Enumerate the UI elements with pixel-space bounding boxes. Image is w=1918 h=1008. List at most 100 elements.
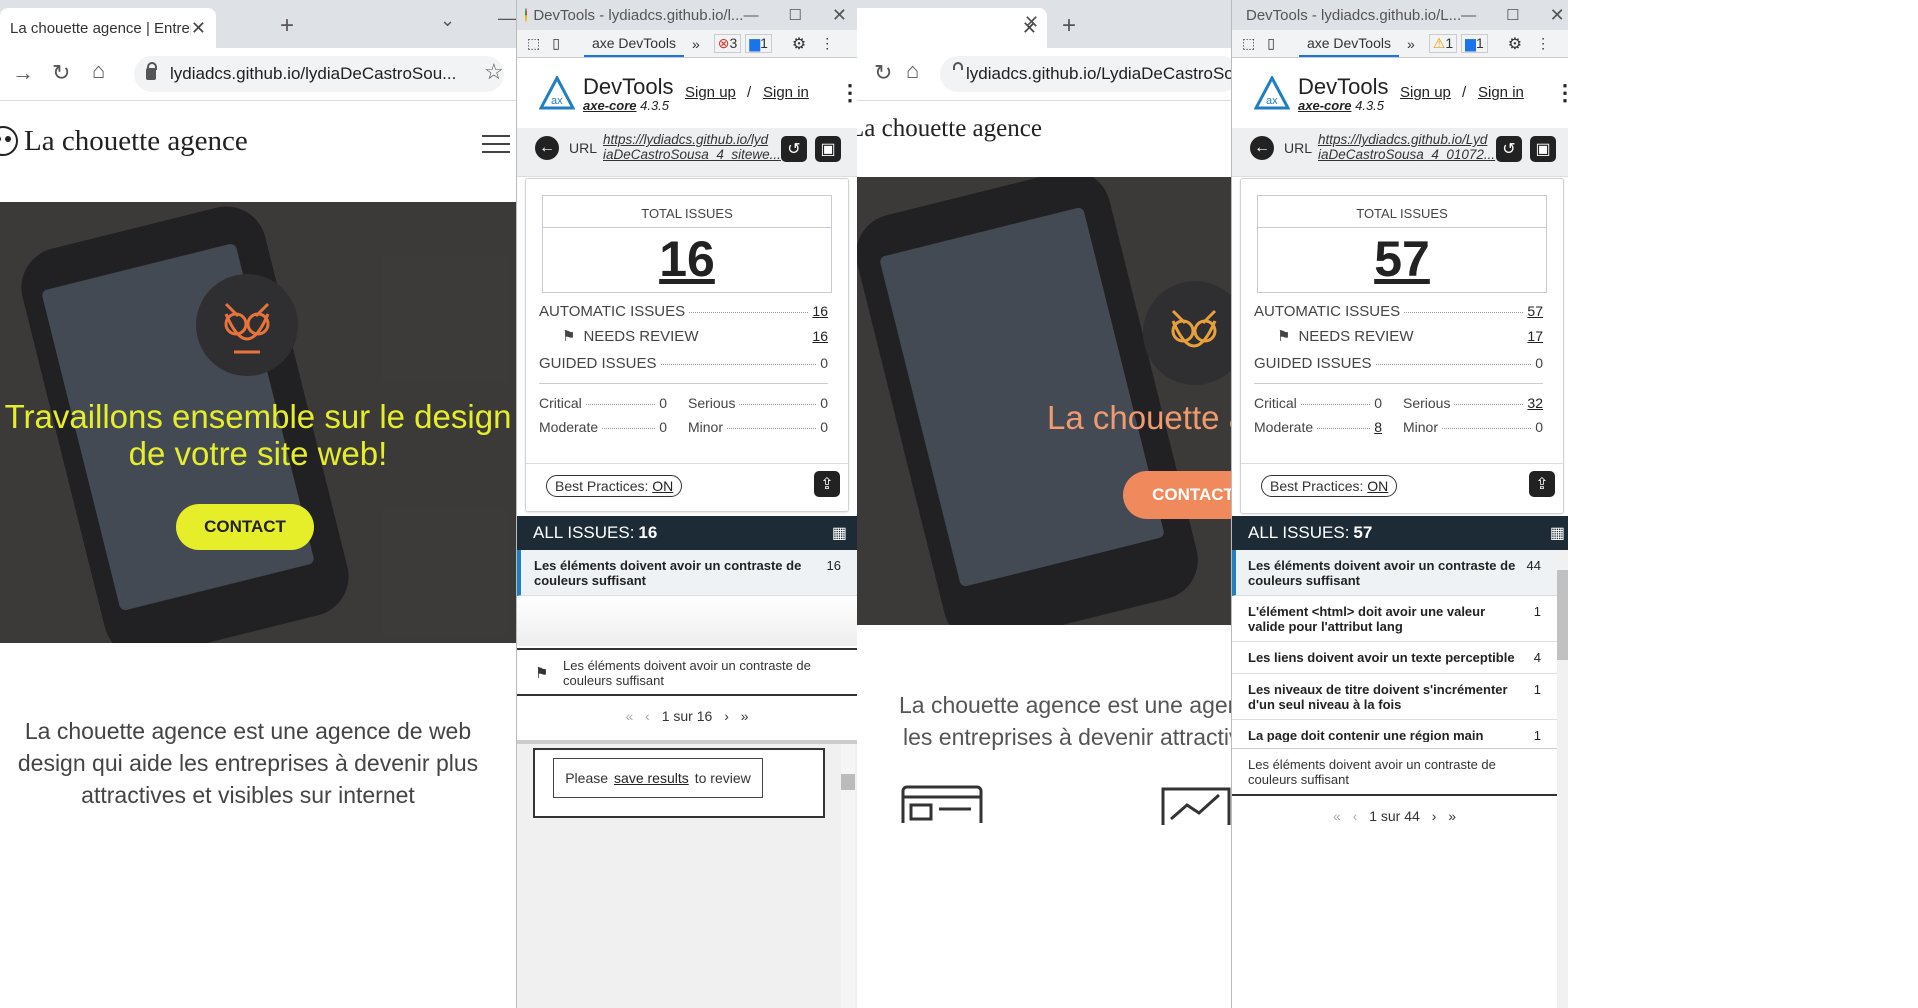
warning-count: 1 <box>1445 35 1454 51</box>
device-toggle-icon[interactable]: ▯ <box>552 35 560 52</box>
total-issues-count[interactable]: 16 <box>543 230 831 288</box>
needs-review-count[interactable]: 16 <box>812 328 828 344</box>
serious-count[interactable]: 32 <box>1527 395 1543 411</box>
moderate-count[interactable]: 8 <box>1374 419 1382 435</box>
kebab-menu-icon[interactable]: ⋮ <box>820 35 834 52</box>
chevron-down-icon[interactable]: ⌄ <box>440 10 455 31</box>
axe-menu-icon[interactable]: ⋮ <box>839 80 857 106</box>
tab-axe-devtools[interactable]: axe DevTools <box>583 31 684 57</box>
star-icon[interactable]: ☆ <box>484 59 504 85</box>
last-page-icon[interactable]: » <box>741 708 749 724</box>
home-icon[interactable]: ⌂ <box>92 58 105 84</box>
sign-in-link[interactable]: Sign in <box>763 84 809 101</box>
save-icon[interactable]: ▣ <box>815 136 841 162</box>
scanned-url[interactable]: https://lydiadcs.github.io/Lyd iaDeCastr… <box>1318 132 1495 162</box>
warning-icon: ⚠ <box>1432 35 1446 51</box>
next-page-icon[interactable]: › <box>724 708 729 724</box>
rescan-icon[interactable]: ↺ <box>781 136 807 162</box>
export-icon[interactable]: ⇪ <box>1529 471 1555 497</box>
issue-item[interactable]: La page doit contenir une région main 1 <box>1232 720 1557 742</box>
close-tab-icon[interactable]: ✕ <box>191 18 206 39</box>
automatic-count[interactable]: 16 <box>812 303 828 319</box>
close-window-icon[interactable]: ✕ <box>1024 12 1039 33</box>
sign-in-link[interactable]: Sign in <box>1478 84 1524 101</box>
minimize-icon[interactable]: — <box>743 7 758 24</box>
scanned-url[interactable]: https://lydiadcs.github.io/lyd iaDeCastr… <box>603 132 781 162</box>
settings-gear-icon[interactable]: ⚙ <box>792 34 806 54</box>
maximize-icon[interactable]: ☐ <box>1506 6 1519 24</box>
automatic-count[interactable]: 57 <box>1527 303 1543 319</box>
left-tab-title: La chouette agence | Entreprise d <box>10 19 191 37</box>
devtools-left-titlebar: DevTools - lydiadcs.github.io/l... — ☐ ✕ <box>517 0 857 30</box>
back-arrow-icon[interactable]: ← <box>535 136 559 160</box>
axe-core-link[interactable]: axe-core <box>583 98 636 113</box>
more-tabs-icon[interactable]: » <box>1407 36 1415 52</box>
best-practices-toggle[interactable]: Best Practices: ON <box>1261 475 1398 497</box>
hamburger-menu-icon[interactable] <box>482 135 510 153</box>
site-name[interactable]: La chouette agence <box>24 125 248 158</box>
inspect-icon[interactable]: ⬚ <box>527 35 540 52</box>
first-page-icon[interactable]: « <box>1333 808 1341 824</box>
issue-item[interactable]: Les éléments doivent avoir un contraste … <box>517 550 857 596</box>
issue-item[interactable]: Les éléments doivent avoir un contraste … <box>1232 550 1557 596</box>
forward-icon[interactable]: → <box>12 60 34 86</box>
device-toggle-icon[interactable]: ▯ <box>1267 35 1275 52</box>
issue-item[interactable]: Les niveaux de titre doivent s'incrément… <box>1232 674 1557 720</box>
home-icon[interactable]: ⌂ <box>906 58 919 84</box>
back-arrow-icon[interactable]: ← <box>1250 136 1274 160</box>
save-icon[interactable]: ▣ <box>1530 136 1556 162</box>
contact-button[interactable]: CONTACT <box>176 504 314 550</box>
issue-count: 44 <box>1526 558 1541 573</box>
left-address-bar[interactable]: lydiadcs.github.io/lydiaDeCastroSou... <box>134 56 504 92</box>
tab-axe-devtools[interactable]: axe DevTools <box>1298 31 1399 57</box>
message-badge[interactable]: ▆1 <box>745 34 772 53</box>
sign-up-link[interactable]: Sign up <box>1400 84 1451 101</box>
maximize-icon[interactable]: ☐ <box>788 6 801 24</box>
next-page-icon[interactable]: › <box>1432 808 1437 824</box>
warning-badge[interactable]: ⚠1 <box>1428 34 1458 53</box>
contact-button[interactable]: CONTACT <box>1123 471 1231 519</box>
best-practices-toggle[interactable]: Best Practices: ON <box>546 475 683 497</box>
minimize-icon[interactable]: — <box>1461 7 1476 24</box>
export-icon[interactable]: ⇪ <box>814 471 840 497</box>
more-tabs-icon[interactable]: » <box>692 36 700 52</box>
scroll-thumb[interactable] <box>841 774 855 790</box>
first-page-icon[interactable]: « <box>625 708 633 724</box>
needs-review-count[interactable]: 17 <box>1527 328 1543 344</box>
kebab-menu-icon[interactable]: ⋮ <box>1536 35 1550 52</box>
issue-item[interactable]: L'élément <html> doit avoir une valeur v… <box>1232 596 1557 642</box>
reload-icon[interactable]: ↻ <box>874 60 892 86</box>
settings-gear-icon[interactable]: ⚙ <box>1508 34 1522 54</box>
prev-page-icon[interactable]: ‹ <box>645 708 650 724</box>
total-issues-count[interactable]: 57 <box>1258 230 1546 288</box>
inspect-icon[interactable]: ⬚ <box>1242 35 1255 52</box>
all-issues-label: ALL ISSUES: <box>533 523 635 542</box>
message-badge[interactable]: ▆1 <box>1461 34 1488 53</box>
close-window-icon[interactable]: ✕ <box>1550 5 1565 26</box>
web-design-icon <box>901 785 983 823</box>
prev-page-icon[interactable]: ‹ <box>1353 808 1358 824</box>
scrollbar[interactable] <box>841 744 855 1008</box>
right-tab[interactable]: ✕ <box>857 8 1047 48</box>
close-window-icon[interactable]: ✕ <box>832 5 847 26</box>
minimize-icon[interactable]: — <box>498 8 516 29</box>
owl-logo-icon <box>0 126 18 156</box>
save-results-link[interactable]: save results <box>614 770 689 786</box>
pager: « ‹ 1 sur 44 › » <box>1232 808 1557 824</box>
new-tab-icon[interactable]: + <box>1062 12 1076 40</box>
site-name[interactable]: La chouette agence <box>857 115 1042 143</box>
rescan-icon[interactable]: ↺ <box>1496 136 1522 162</box>
chrome-icon <box>525 8 528 22</box>
grid-view-icon[interactable]: ▦ <box>832 523 847 543</box>
grid-view-icon[interactable]: ▦ <box>1550 523 1565 543</box>
axe-core-link[interactable]: axe-core <box>1298 98 1351 113</box>
new-tab-icon[interactable]: + <box>280 12 294 40</box>
last-page-icon[interactable]: » <box>1448 808 1456 824</box>
reload-icon[interactable]: ↻ <box>52 60 70 86</box>
issue-detail: ⚑ Les éléments doivent avoir un contrast… <box>517 648 857 696</box>
left-tab[interactable]: La chouette agence | Entreprise d ✕ <box>0 8 216 48</box>
error-badge[interactable]: ⊗3 <box>713 34 742 53</box>
sign-up-link[interactable]: Sign up <box>685 84 736 101</box>
issue-item[interactable]: Les liens doivent avoir un texte percept… <box>1232 642 1557 674</box>
right-address-bar[interactable]: lydiadcs.github.io/LydiaDeCastroSousa_4 <box>940 56 1240 92</box>
